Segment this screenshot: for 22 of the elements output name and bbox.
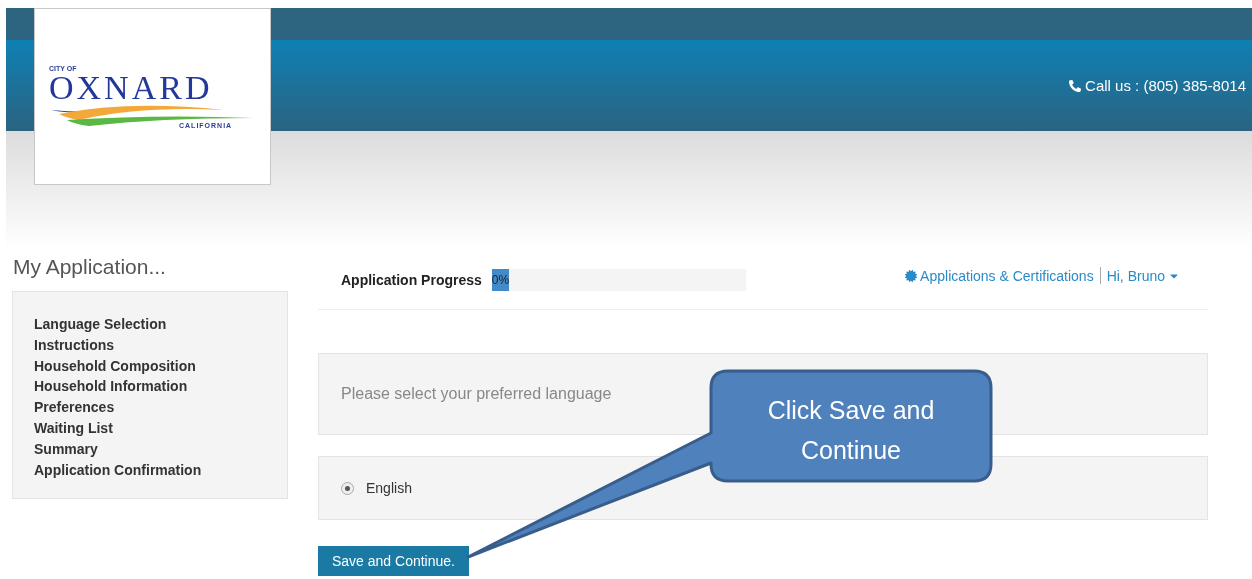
phone-number: Call us : (805) 385-8014 [1069, 77, 1246, 94]
sidebar-item[interactable]: Household Information [34, 376, 266, 398]
badge-icon [905, 269, 918, 282]
option-label: English [366, 480, 412, 496]
phone-icon [1069, 79, 1082, 92]
sidebar-item[interactable]: Summary [34, 438, 266, 460]
sidebar-item[interactable]: Waiting List [34, 418, 266, 439]
question-text: Please select your preferred language [341, 385, 612, 403]
radio-button[interactable] [341, 481, 354, 495]
user-menu[interactable]: Hi, Bruno [1106, 267, 1180, 284]
applications-link[interactable]: Applications & Certifications [905, 267, 1094, 284]
sidebar-title: My Application... [13, 255, 167, 279]
sidebar-item[interactable]: Application Confirmation [34, 459, 266, 481]
save-button[interactable]: Save and Continue. [318, 546, 469, 576]
progress-fill: 0% [491, 269, 510, 291]
progress-label: Application Progress [341, 272, 482, 288]
callout-text: Click Save and Continue [766, 395, 936, 466]
sidebar-item[interactable]: Language Selection [34, 314, 266, 335]
sidebar-item[interactable]: Household Composition [34, 355, 266, 377]
logo-text: OXNARD [49, 71, 213, 104]
sidebar-item[interactable]: Preferences [34, 397, 266, 418]
sidebar-item[interactable]: Instructions [34, 334, 266, 356]
